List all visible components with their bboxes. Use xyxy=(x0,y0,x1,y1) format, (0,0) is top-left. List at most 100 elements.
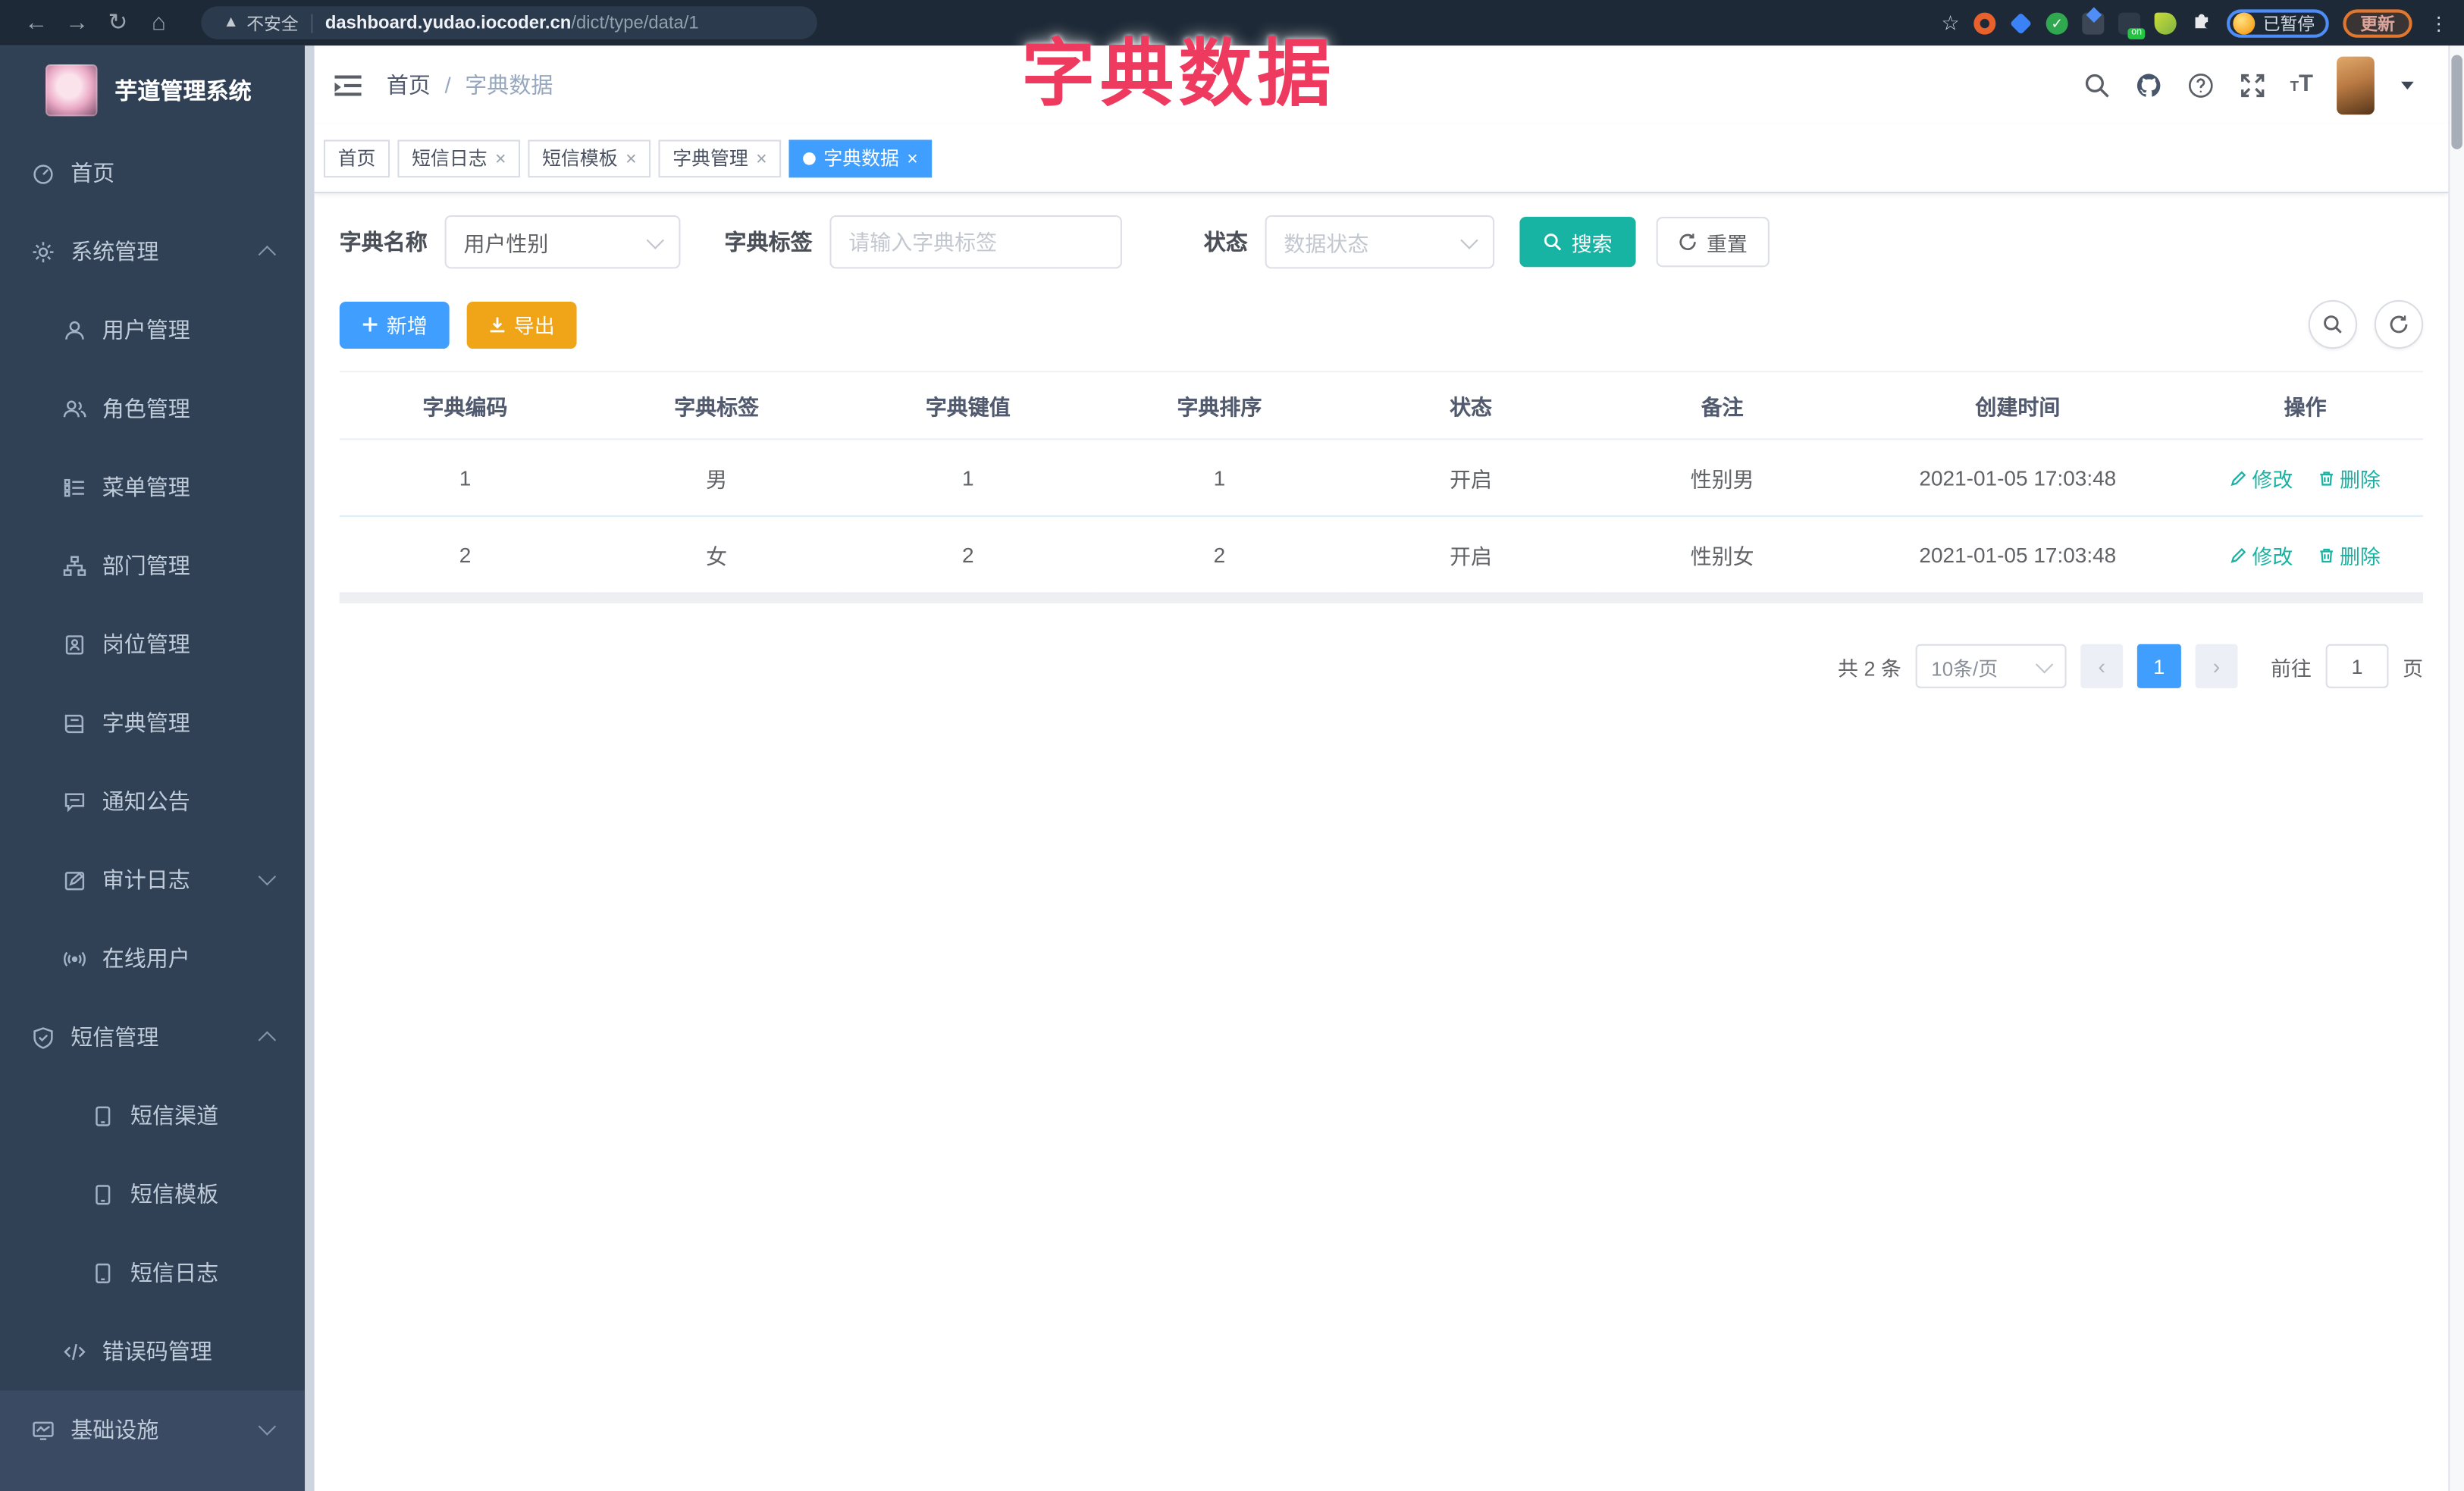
edit-link[interactable]: 修改 xyxy=(2230,540,2293,569)
sidebar-item-roles[interactable]: 角色管理 xyxy=(0,369,305,448)
delete-link[interactable]: 删除 xyxy=(2318,462,2381,492)
profile-avatar-emoji xyxy=(2233,11,2256,34)
sidebar-item-notice[interactable]: 通知公告 xyxy=(0,762,305,841)
table-row[interactable]: 2 女 2 2 开启 性别女 2021-01-05 17:03:48 修改 删除 xyxy=(339,515,2424,594)
col-header-status: 状态 xyxy=(1345,371,1597,440)
page-number-1[interactable]: 1 xyxy=(2136,644,2181,688)
page-size-select[interactable]: 10条/页 xyxy=(1915,644,2067,688)
col-header-actions: 操作 xyxy=(2187,371,2424,440)
sidebar-item-audit-log[interactable]: 审计日志 xyxy=(0,841,305,919)
status-select[interactable]: 数据状态 xyxy=(1265,215,1495,269)
table-row[interactable]: 1 男 1 1 开启 性别男 2021-01-05 17:03:48 修改 删除 xyxy=(339,439,2424,517)
browser-menu-icon[interactable]: ⋮ xyxy=(2429,12,2448,34)
address-divider xyxy=(311,13,313,33)
app-logo-row[interactable]: 芋道管理系统 xyxy=(0,45,305,133)
sidebar-item-sms-channel[interactable]: 短信渠道 xyxy=(0,1076,305,1155)
gear-icon xyxy=(31,240,55,263)
user-menu-caret-icon[interactable] xyxy=(2401,80,2414,89)
sidebar-item-system[interactable]: 系统管理 xyxy=(0,212,305,291)
extension-leaf-icon[interactable] xyxy=(2154,11,2177,34)
browser-home-icon[interactable]: ⌂ xyxy=(138,0,179,45)
user-avatar[interactable] xyxy=(2337,55,2375,114)
refresh-button[interactable] xyxy=(2374,299,2424,349)
top-navbar: 首页 / 字典数据 TT xyxy=(315,45,2449,124)
font-size-icon[interactable]: TT xyxy=(2290,70,2313,99)
dict-name-select[interactable]: 用户性别 xyxy=(444,215,681,269)
header-search-icon[interactable] xyxy=(2083,70,2111,99)
shield-check-icon xyxy=(31,1025,55,1048)
page-scrollbar[interactable] xyxy=(2448,45,2464,1491)
sidebar-item-departments[interactable]: 部门管理 xyxy=(0,526,305,605)
tab-home[interactable]: 首页 xyxy=(323,139,390,177)
scrollbar-thumb[interactable] xyxy=(2451,55,2462,149)
insecure-warning-icon: ▲ xyxy=(223,14,239,32)
chevron-down-icon xyxy=(258,867,277,886)
extensions-puzzle-icon[interactable] xyxy=(2190,8,2212,37)
sidebar-toggle-icon[interactable] xyxy=(324,45,371,124)
bookmark-star-icon[interactable]: ☆ xyxy=(1941,10,1959,35)
code-icon xyxy=(63,1339,86,1363)
col-header-value: 字典键值 xyxy=(842,371,1094,440)
table-bottom-gutter xyxy=(339,594,2424,603)
sidebar-item-sms-template[interactable]: 短信模板 xyxy=(0,1154,305,1233)
breadcrumb-home[interactable]: 首页 xyxy=(387,69,431,100)
next-page-button[interactable]: › xyxy=(2195,644,2238,688)
table-toolbar: 新增 导出 xyxy=(339,299,2424,349)
fullscreen-icon[interactable] xyxy=(2238,70,2266,99)
extension-orange-icon[interactable] xyxy=(1973,11,1996,34)
breadcrumb-current: 字典数据 xyxy=(465,72,553,98)
edit-link[interactable]: 修改 xyxy=(2230,462,2293,492)
extension-blue-gem-icon[interactable] xyxy=(2009,11,2033,34)
profile-paused-badge[interactable]: 已暂停 xyxy=(2227,8,2329,37)
online-signal-icon xyxy=(63,947,86,970)
sidebar-item-error-codes[interactable]: 错误码管理 xyxy=(0,1312,305,1391)
tab-sms-log[interactable]: 短信日志 × xyxy=(397,139,521,177)
sidebar-item-dict[interactable]: 字典管理 xyxy=(0,684,305,763)
close-icon[interactable]: × xyxy=(495,149,506,168)
dict-tag-input[interactable] xyxy=(848,230,1104,254)
toggle-search-button[interactable] xyxy=(2308,299,2358,349)
sidebar-item-menus[interactable]: 菜单管理 xyxy=(0,448,305,527)
extension-slider-icon[interactable] xyxy=(2082,6,2105,34)
github-icon[interactable] xyxy=(2134,70,2162,99)
close-icon[interactable]: × xyxy=(756,149,767,168)
goto-page-input[interactable] xyxy=(2327,645,2387,687)
sidebar-scrollbar[interactable] xyxy=(305,45,315,1491)
chevron-down-icon xyxy=(1460,230,1478,249)
delete-link[interactable]: 删除 xyxy=(2318,540,2381,569)
add-button[interactable]: 新增 xyxy=(339,300,450,349)
chevron-up-icon xyxy=(258,1031,277,1049)
extension-switch-icon[interactable]: on xyxy=(2118,11,2146,39)
sidebar-item-home[interactable]: 首页 xyxy=(0,133,305,212)
sidebar-item-sms[interactable]: 短信管理 xyxy=(0,998,305,1076)
tab-dict-manage[interactable]: 字典管理 × xyxy=(658,139,782,177)
address-bar[interactable]: ▲ 不安全 dashboard.yudao.iocoder.cn /dict/t… xyxy=(201,6,817,39)
tab-sms-template[interactable]: 短信模板 × xyxy=(528,139,651,177)
browser-forward-icon[interactable]: → xyxy=(57,0,98,45)
close-icon[interactable]: × xyxy=(625,149,637,168)
browser-back-icon[interactable]: ← xyxy=(16,0,57,45)
close-icon[interactable]: × xyxy=(907,149,918,168)
browser-update-button[interactable]: 更新 xyxy=(2343,8,2412,37)
help-icon[interactable] xyxy=(2187,70,2215,99)
col-header-label: 字典标签 xyxy=(591,371,842,440)
sidebar: 芋道管理系统 首页 系统管理 用户管理 角色管理 菜单管理 部门管理 岗位管理 … xyxy=(0,45,306,1491)
sidebar-item-online-users[interactable]: 在线用户 xyxy=(0,919,305,998)
prev-page-button[interactable]: ‹ xyxy=(2080,644,2124,688)
app-title: 芋道管理系统 xyxy=(114,79,252,105)
main-area: 首页 / 字典数据 TT 首页 短信日志 × 短信模板 × 字典管理 × 字典数… xyxy=(314,45,2449,1491)
browser-reload-icon[interactable]: ↻ xyxy=(98,0,139,45)
sidebar-item-infrastructure[interactable]: 基础设施 xyxy=(0,1390,305,1469)
edit-log-icon xyxy=(63,868,86,891)
tab-dict-data[interactable]: 字典数据 × xyxy=(788,139,933,177)
sidebar-item-sms-log[interactable]: 短信日志 xyxy=(0,1233,305,1312)
sidebar-item-users[interactable]: 用户管理 xyxy=(0,290,305,369)
reset-button[interactable]: 重置 xyxy=(1656,217,1770,268)
export-button[interactable]: 导出 xyxy=(466,300,577,349)
sidebar-item-posts[interactable]: 岗位管理 xyxy=(0,605,305,684)
dict-tag-input-wrap xyxy=(829,215,1122,269)
search-button[interactable]: 搜索 xyxy=(1519,217,1636,268)
list-icon xyxy=(63,475,86,499)
extension-green-check-icon[interactable]: ✓ xyxy=(2045,11,2068,34)
phone-icon xyxy=(91,1182,114,1206)
